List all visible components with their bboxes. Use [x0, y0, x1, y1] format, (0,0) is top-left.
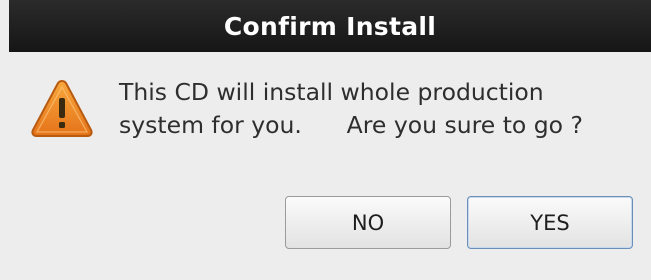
message-line-1: This CD will install whole production: [119, 78, 544, 106]
message-line-2: system for you. Are you sure to go ?: [119, 111, 583, 139]
no-button[interactable]: NO: [285, 196, 451, 249]
yes-button[interactable]: YES: [467, 196, 633, 249]
dialog-title: Confirm Install: [223, 11, 437, 41]
dialog-message: This CD will install whole production sy…: [119, 76, 644, 142]
warning-icon: [30, 78, 94, 138]
dialog-titlebar[interactable]: Confirm Install: [9, 0, 651, 52]
confirm-install-dialog: Confirm Install This CD will install who…: [0, 0, 651, 280]
